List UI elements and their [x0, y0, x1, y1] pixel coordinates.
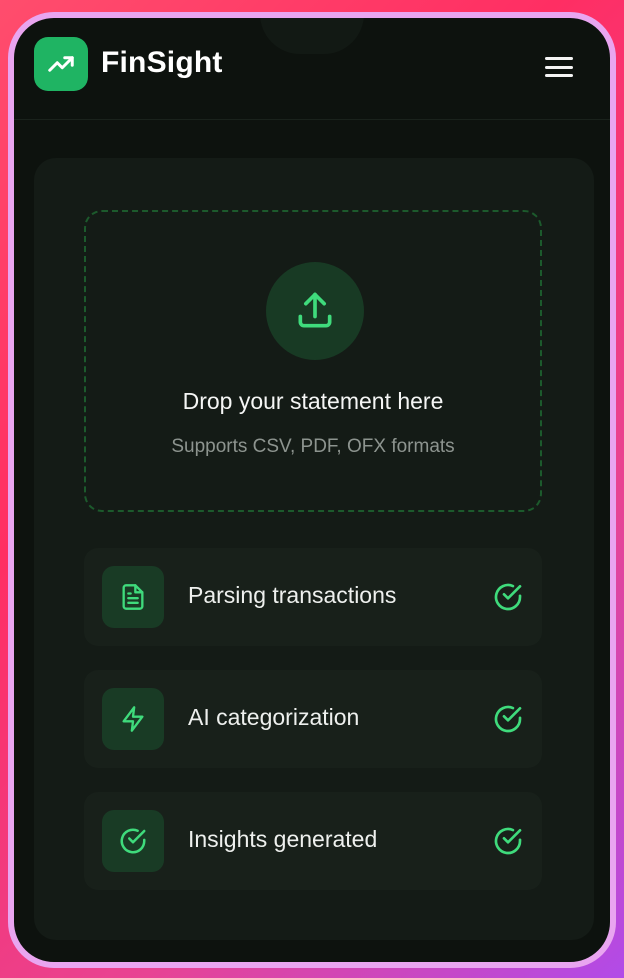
step-label: Insights generated: [188, 826, 378, 852]
step-icon-badge: [102, 688, 164, 750]
device-frame: FinSight Drop your statement here Suppor…: [8, 12, 616, 968]
step-item-parsing: Parsing transactions: [84, 548, 542, 646]
step-icon-badge: [102, 810, 164, 872]
upload-card: Drop your statement here Supports CSV, P…: [34, 158, 594, 940]
app-logo[interactable]: [34, 37, 88, 91]
menu-line: [545, 65, 573, 69]
upload-icon: [298, 292, 332, 328]
upload-icon-badge: [266, 262, 364, 360]
lightning-icon: [122, 706, 144, 732]
step-item-categorization: AI categorization: [84, 670, 542, 768]
app-header: FinSight: [14, 18, 610, 120]
step-label: Parsing transactions: [188, 582, 397, 608]
check-circle-icon: [494, 583, 522, 611]
check-circle-icon: [120, 828, 146, 854]
menu-line: [545, 57, 573, 60]
step-item-insights: Insights generated: [84, 792, 542, 890]
file-text-icon: [122, 584, 144, 610]
app-screen: FinSight Drop your statement here Suppor…: [14, 18, 610, 962]
dropzone-title: Drop your statement here: [182, 388, 444, 414]
hamburger-menu-button[interactable]: [542, 54, 576, 80]
check-circle-icon: [494, 705, 522, 733]
check-circle-icon: [494, 827, 522, 855]
app-name: FinSight: [101, 46, 223, 79]
step-label: AI categorization: [188, 704, 360, 730]
dropzone-subtitle: Supports CSV, PDF, OFX formats: [171, 436, 455, 457]
menu-line: [545, 74, 573, 77]
file-dropzone[interactable]: Drop your statement here Supports CSV, P…: [84, 210, 542, 512]
trending-up-icon: [48, 56, 74, 72]
step-icon-badge: [102, 566, 164, 628]
